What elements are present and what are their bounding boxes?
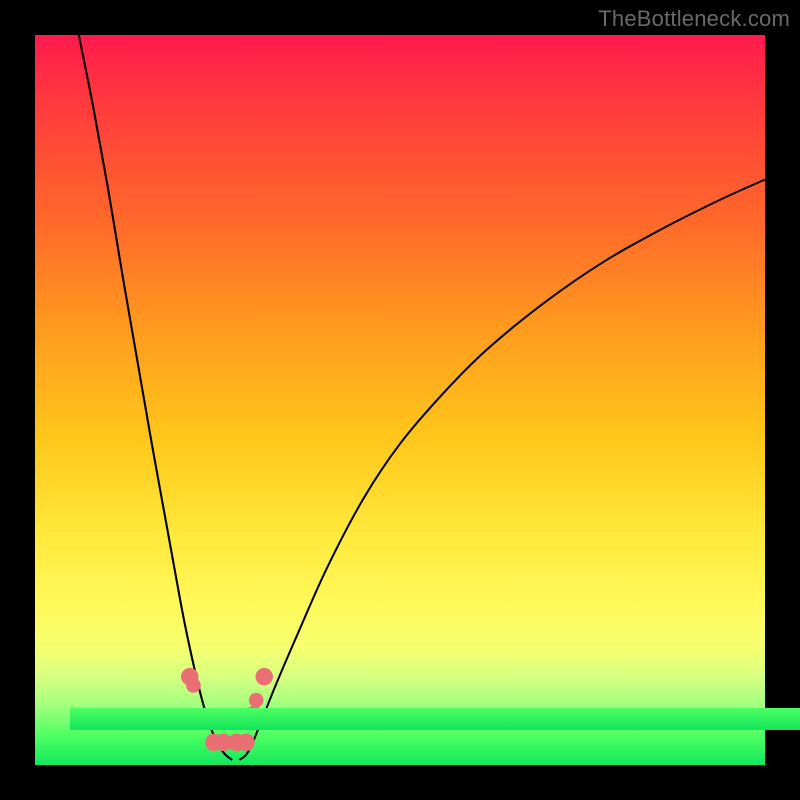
baseline-strip <box>70 708 800 730</box>
bottleneck-curve-left <box>79 35 232 760</box>
marker-dot <box>186 678 201 693</box>
curve-layer <box>35 35 765 765</box>
chart-frame: TheBottleneck.com <box>0 0 800 800</box>
plot-area <box>35 35 765 765</box>
marker-dot <box>255 668 273 686</box>
bottleneck-curve-right <box>239 180 765 760</box>
watermark-text: TheBottleneck.com <box>598 6 790 32</box>
marker-dot <box>237 734 255 752</box>
marker-dot <box>249 693 264 708</box>
